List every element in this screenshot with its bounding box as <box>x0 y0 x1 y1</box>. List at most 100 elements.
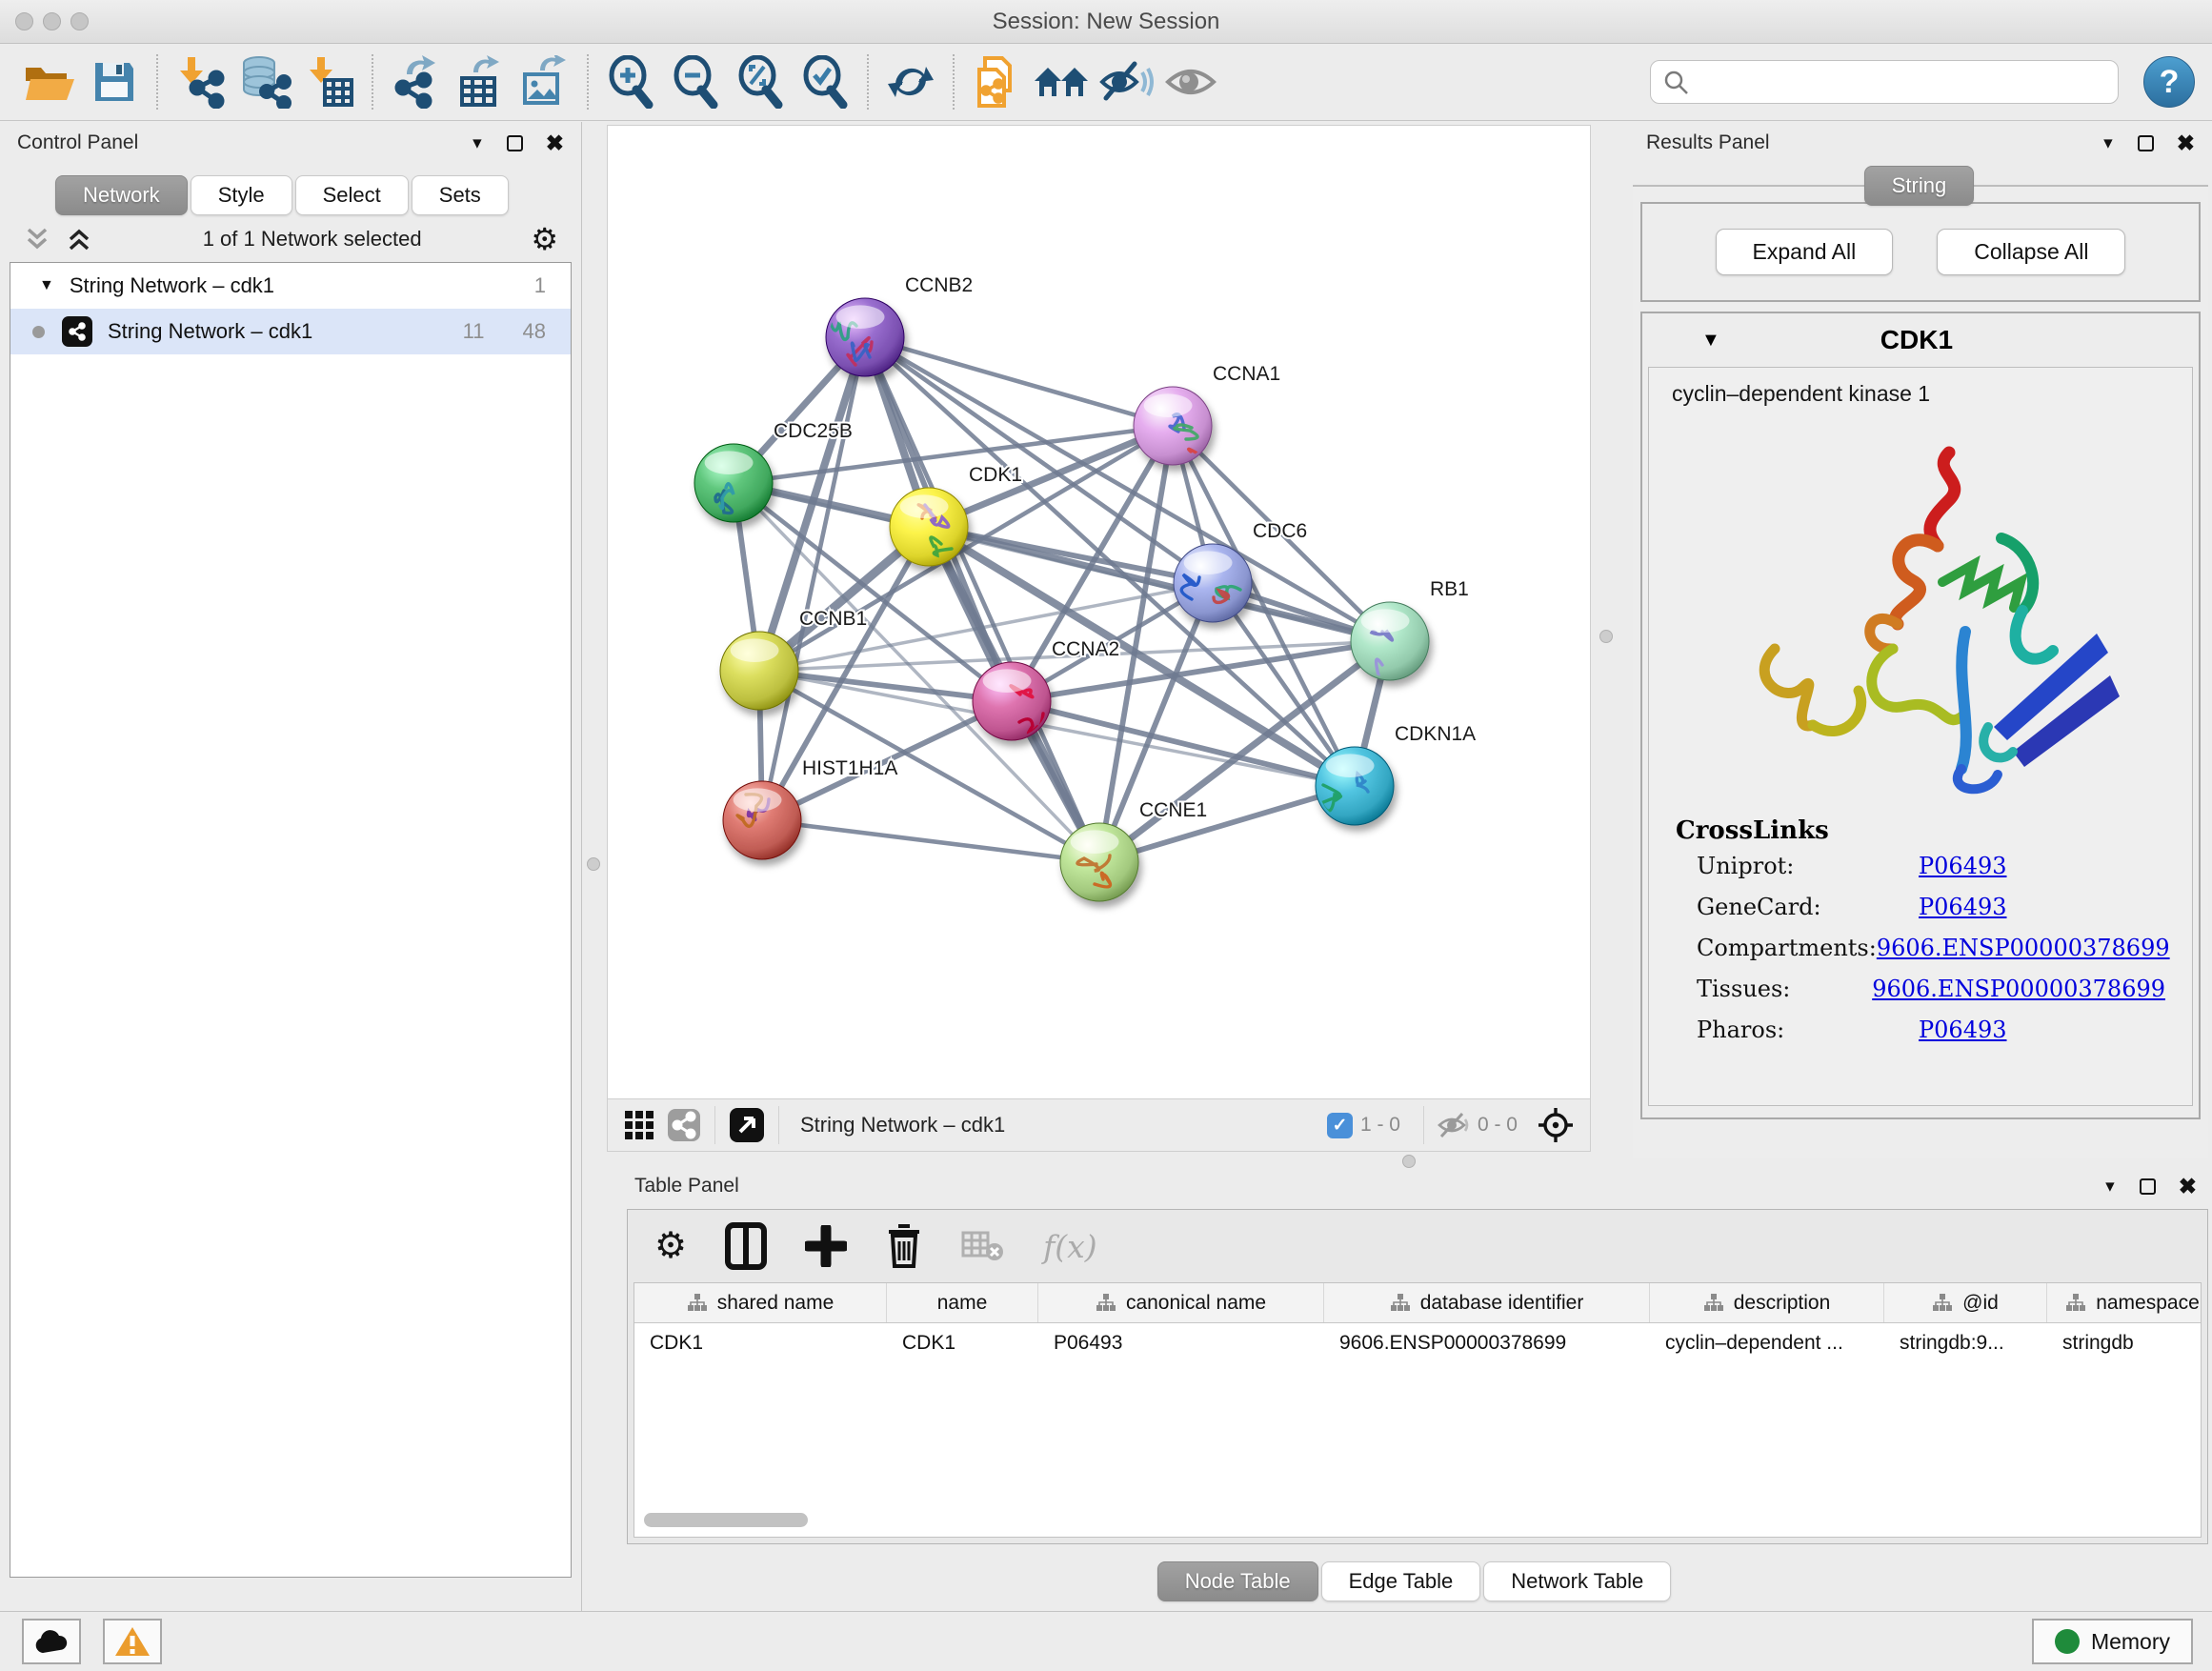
network-row[interactable]: String Network – cdk1 11 48 <box>10 309 571 354</box>
panel-menu-icon[interactable]: ▾ <box>473 132 482 154</box>
tab-node-table[interactable]: Node Table <box>1157 1561 1318 1601</box>
crosslink-value-link[interactable]: 9606.ENSP00000378699 <box>1877 935 2170 961</box>
tab-network[interactable]: Network <box>55 175 188 215</box>
float-panel-icon[interactable] <box>2138 135 2154 151</box>
collapse-all-button[interactable]: Collapse All <box>1937 229 2125 275</box>
node-CCNA1[interactable] <box>1134 387 1212 469</box>
delete-table-icon[interactable] <box>961 1229 1005 1263</box>
add-icon[interactable] <box>805 1225 847 1267</box>
save-session-button[interactable] <box>82 50 147 113</box>
grid-view-icon[interactable] <box>623 1109 655 1141</box>
table-cell[interactable]: 9606.ENSP00000378699 <box>1324 1323 1650 1365</box>
search-input[interactable] <box>1650 60 2119 104</box>
collapse-all-icon[interactable] <box>23 227 51 252</box>
tab-edge-table[interactable]: Edge Table <box>1321 1561 1481 1601</box>
panel-menu-icon[interactable]: ▾ <box>2105 1176 2115 1198</box>
table-cell[interactable]: CDK1 <box>887 1323 1038 1365</box>
node-CDKN1A[interactable] <box>1316 747 1394 825</box>
node-CCNB1[interactable] <box>720 632 798 710</box>
close-panel-icon[interactable]: ✖ <box>546 131 564 156</box>
tab-network-table[interactable]: Network Table <box>1483 1561 1671 1601</box>
crosslink-value-link[interactable]: 9606.ENSP00000378699 <box>1872 976 2165 1002</box>
import-table-button[interactable] <box>297 50 362 113</box>
tab-sets[interactable]: Sets <box>412 175 509 215</box>
float-panel-icon[interactable] <box>507 135 523 151</box>
gear-icon[interactable]: ⚙ <box>654 1228 687 1264</box>
close-panel-icon[interactable]: ✖ <box>2177 131 2195 156</box>
horizontal-splitter-handle[interactable] <box>1402 1155 1416 1168</box>
function-builder-icon[interactable]: f(x) <box>1043 1228 1097 1265</box>
close-panel-icon[interactable]: ✖ <box>2179 1174 2197 1199</box>
expand-all-button[interactable]: Expand All <box>1716 229 1894 275</box>
node-CCNA2[interactable] <box>973 662 1051 740</box>
horizontal-scrollbar[interactable] <box>644 1513 808 1527</box>
export-image-button[interactable] <box>513 50 577 113</box>
crosslink-value-link[interactable]: P06493 <box>1919 894 2007 920</box>
table-cell[interactable]: cyclin–dependent ... <box>1650 1323 1884 1365</box>
tab-select[interactable]: Select <box>295 175 409 215</box>
minimize-window-icon[interactable] <box>43 12 61 30</box>
column-header-database-identifier[interactable]: database identifier <box>1324 1283 1650 1322</box>
import-network-file-button[interactable] <box>168 50 232 113</box>
export-table-button[interactable] <box>448 50 513 113</box>
help-button[interactable]: ? <box>2143 56 2195 108</box>
zoom-in-button[interactable] <box>598 50 663 113</box>
traffic-lights[interactable] <box>15 12 89 30</box>
column-header--id[interactable]: @id <box>1884 1283 2047 1322</box>
refresh-layout-button[interactable] <box>878 50 943 113</box>
vertical-splitter-handle[interactable] <box>587 857 600 871</box>
node-CDC25B[interactable] <box>694 444 773 522</box>
maximize-window-icon[interactable] <box>70 12 89 30</box>
memory-button[interactable]: Memory <box>2032 1619 2193 1664</box>
collapse-card-icon[interactable]: ▼ <box>1701 330 1720 352</box>
panel-menu-icon[interactable]: ▾ <box>2103 132 2113 154</box>
hide-selected-button[interactable] <box>1094 50 1158 113</box>
column-header-shared-name[interactable]: shared name <box>634 1283 887 1322</box>
network-collection-row[interactable]: ▼ String Network – cdk1 1 <box>10 263 571 309</box>
node-RB1[interactable] <box>1351 602 1429 689</box>
vertical-splitter-handle[interactable] <box>1599 630 1613 643</box>
expand-all-icon[interactable] <box>65 227 93 252</box>
birdseye-view-icon[interactable] <box>729 1107 765 1143</box>
open-session-button[interactable] <box>17 50 82 113</box>
node-CCNE1[interactable] <box>1060 823 1138 901</box>
zoom-selected-button[interactable] <box>793 50 857 113</box>
zoom-fit-button[interactable] <box>728 50 793 113</box>
crosshair-icon[interactable] <box>1537 1106 1575 1144</box>
table-cell[interactable]: CDK1 <box>634 1323 887 1365</box>
trash-icon[interactable] <box>885 1223 923 1269</box>
collection-caret-icon[interactable]: ▼ <box>39 277 54 294</box>
tab-string[interactable]: String <box>1864 166 1974 206</box>
network-share-icon[interactable] <box>667 1108 701 1142</box>
close-window-icon[interactable] <box>15 12 33 30</box>
table-cell[interactable]: stringdb:9... <box>1884 1323 2047 1365</box>
crosslink-value-link[interactable]: P06493 <box>1919 1017 2007 1043</box>
node-CCNB2[interactable] <box>826 298 904 376</box>
table-row[interactable]: CDK1CDK1P064939606.ENSP00000378699cyclin… <box>634 1323 2201 1365</box>
import-network-database-button[interactable] <box>232 50 297 113</box>
columns-icon[interactable] <box>725 1222 767 1270</box>
column-header-description[interactable]: description <box>1650 1283 1884 1322</box>
selected-checkbox-icon[interactable]: ✓ <box>1327 1113 1353 1138</box>
zoom-out-button[interactable] <box>663 50 728 113</box>
gear-icon[interactable]: ⚙ <box>531 224 558 254</box>
node-CDK1[interactable] <box>890 488 968 566</box>
node-table[interactable]: shared namenamecanonical namedatabase id… <box>633 1282 2202 1538</box>
table-cell[interactable]: P06493 <box>1038 1323 1324 1365</box>
houses-button[interactable] <box>1029 50 1094 113</box>
node-HIST1H1A[interactable] <box>723 781 801 859</box>
float-panel-icon[interactable] <box>2140 1178 2156 1195</box>
network-edges[interactable] <box>734 337 1390 862</box>
export-network-button[interactable] <box>383 50 448 113</box>
column-header-namespace[interactable]: namespace <box>2047 1283 2202 1322</box>
column-header-canonical-name[interactable]: canonical name <box>1038 1283 1324 1322</box>
tab-style[interactable]: Style <box>191 175 292 215</box>
crosslink-value-link[interactable]: P06493 <box>1919 853 2007 879</box>
node-CDC6[interactable] <box>1174 544 1252 622</box>
network-graph[interactable]: CCNB2CCNA1CDC25BCDK1CDC6RB1CCNB1CCNA2CDK… <box>608 126 1590 1098</box>
network-canvas[interactable]: CCNB2CCNA1CDC25BCDK1CDC6RB1CCNB1CCNA2CDK… <box>607 125 1591 1099</box>
column-header-name[interactable]: name <box>887 1283 1038 1322</box>
show-all-button[interactable] <box>1158 50 1223 113</box>
hidden-eye-slash-icon[interactable] <box>1438 1112 1470 1138</box>
cloud-button[interactable] <box>22 1619 81 1664</box>
